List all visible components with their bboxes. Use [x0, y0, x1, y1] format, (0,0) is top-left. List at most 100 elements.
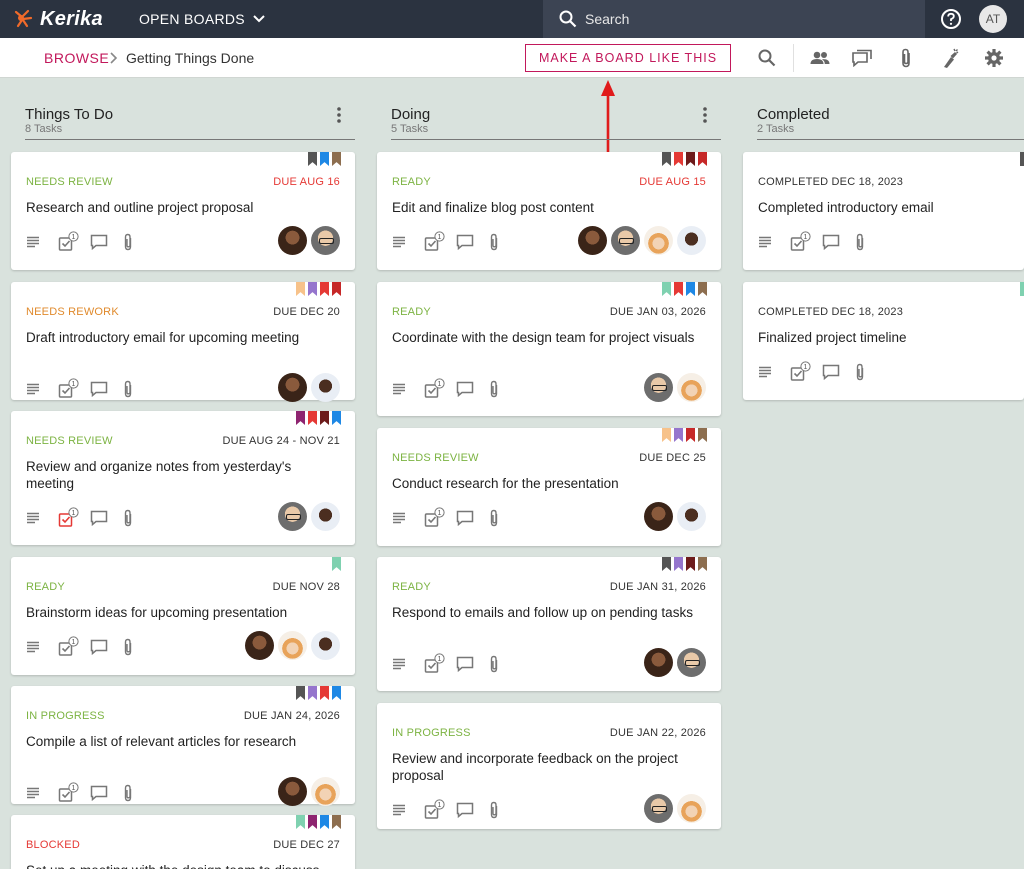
attachment-icon[interactable] [854, 232, 886, 252]
assignee-avatar[interactable] [644, 794, 673, 823]
assignee-avatar[interactable] [311, 226, 340, 255]
more-vertical-icon[interactable] [703, 107, 707, 123]
assignee-avatar[interactable] [278, 373, 307, 402]
task-card[interactable]: NEEDS REVIEW DUE AUG 24 - NOV 21 Review an… [11, 411, 355, 545]
task-card[interactable]: BLOCKED DUE DEC 27 Set up a meeting with t… [11, 815, 355, 869]
comment-icon[interactable] [456, 232, 488, 252]
assignee-avatar[interactable] [245, 631, 274, 660]
assignee-avatar[interactable] [677, 226, 706, 255]
attachment-icon[interactable] [122, 379, 154, 399]
description-icon[interactable] [26, 379, 58, 399]
assignee-avatar[interactable] [677, 373, 706, 402]
checklist-icon[interactable]: 1 [790, 231, 822, 252]
description-icon[interactable] [758, 232, 790, 252]
settings-button[interactable] [982, 46, 1006, 70]
comment-icon[interactable] [456, 508, 488, 528]
board-chat-button[interactable] [850, 46, 874, 70]
breadcrumb-browse-link[interactable]: BROWSE [44, 50, 109, 66]
checklist-icon[interactable]: 1 [424, 799, 456, 820]
help-icon[interactable] [940, 8, 962, 30]
attachments-button[interactable] [894, 46, 918, 70]
description-icon[interactable] [26, 783, 58, 803]
task-card[interactable]: COMPLETED DEC 18, 2023 Completed introduc… [743, 152, 1024, 270]
highlight-button[interactable] [938, 46, 962, 70]
checklist-icon[interactable]: 1 [424, 653, 456, 674]
description-icon[interactable] [392, 379, 424, 399]
description-icon[interactable] [26, 232, 58, 252]
comment-icon[interactable] [822, 362, 854, 382]
assignee-avatar[interactable] [311, 631, 340, 660]
assignee-avatar[interactable] [578, 226, 607, 255]
task-card[interactable]: COMPLETED DEC 18, 2023 Finalized project … [743, 282, 1024, 400]
checklist-icon[interactable]: 1 [790, 361, 822, 382]
task-card[interactable]: IN PROGRESS DUE JAN 24, 2026 Compile a lis… [11, 686, 355, 806]
description-icon[interactable] [392, 508, 424, 528]
attachment-icon[interactable] [488, 654, 520, 674]
description-icon[interactable] [392, 654, 424, 674]
task-card[interactable]: NEEDS REVIEW DUE AUG 16 Research and outli… [11, 152, 355, 270]
task-card[interactable]: IN PROGRESS DUE JAN 22, 2026 Review and in… [377, 703, 721, 829]
search-input[interactable] [585, 11, 885, 27]
comment-icon[interactable] [90, 508, 122, 528]
checklist-icon[interactable]: 1 [58, 378, 90, 399]
task-card[interactable]: READY DUE AUG 15 Edit and finalize blog po… [377, 152, 721, 270]
description-icon[interactable] [26, 637, 58, 657]
attachment-icon[interactable] [122, 232, 154, 252]
assignee-avatar[interactable] [677, 794, 706, 823]
description-icon[interactable] [392, 800, 424, 820]
description-icon[interactable] [758, 362, 790, 382]
comment-icon[interactable] [90, 379, 122, 399]
comment-icon[interactable] [456, 379, 488, 399]
checklist-icon[interactable]: 1 [58, 636, 90, 657]
comment-icon[interactable] [90, 232, 122, 252]
assignee-avatar[interactable] [611, 226, 640, 255]
board-search-button[interactable] [755, 46, 779, 70]
checklist-icon[interactable]: 1 [424, 378, 456, 399]
assignee-avatar[interactable] [644, 373, 673, 402]
user-avatar[interactable]: AT [979, 5, 1007, 33]
task-card[interactable]: READY DUE NOV 28 Brainstorm ideas for upco… [11, 557, 355, 675]
checklist-icon[interactable]: 1 [58, 231, 90, 252]
comment-icon[interactable] [456, 654, 488, 674]
more-vertical-icon[interactable] [337, 107, 341, 123]
search-box[interactable] [543, 0, 925, 38]
description-icon[interactable] [26, 508, 58, 528]
attachment-icon[interactable] [122, 508, 154, 528]
team-button[interactable] [808, 46, 832, 70]
assignee-avatar[interactable] [278, 502, 307, 531]
attachment-icon[interactable] [122, 637, 154, 657]
attachment-icon[interactable] [488, 508, 520, 528]
attachment-icon[interactable] [122, 783, 154, 803]
task-card[interactable]: READY DUE JAN 03, 2026 Coordinate with the… [377, 282, 721, 416]
task-card[interactable]: NEEDS REVIEW DUE DEC 25 Conduct research f… [377, 428, 721, 546]
assignee-avatar[interactable] [278, 631, 307, 660]
checklist-icon[interactable]: 1 [58, 782, 90, 803]
attachment-icon[interactable] [488, 800, 520, 820]
assignee-avatar[interactable] [278, 226, 307, 255]
attachment-icon[interactable] [854, 362, 886, 382]
make-board-like-this-button[interactable]: MAKE A BOARD LIKE THIS [525, 44, 731, 72]
assignee-avatar[interactable] [311, 373, 340, 402]
assignee-avatar[interactable] [311, 777, 340, 806]
comment-icon[interactable] [90, 637, 122, 657]
attachment-icon[interactable] [488, 379, 520, 399]
attachment-icon[interactable] [488, 232, 520, 252]
comment-icon[interactable] [456, 800, 488, 820]
task-card[interactable]: READY DUE JAN 31, 2026 Respond to emails a… [377, 557, 721, 691]
assignee-avatar[interactable] [311, 502, 340, 531]
open-boards-menu[interactable]: OPEN BOARDS [139, 11, 265, 27]
comment-icon[interactable] [822, 232, 854, 252]
task-card[interactable]: NEEDS REWORK DUE DEC 20 Draft introductory… [11, 282, 355, 402]
checklist-icon[interactable]: 1 [424, 507, 456, 528]
assignee-avatar[interactable] [644, 226, 673, 255]
assignee-avatar[interactable] [677, 648, 706, 677]
checklist-icon[interactable]: 1 [58, 507, 90, 528]
assignee-avatar[interactable] [677, 502, 706, 531]
comment-icon[interactable] [90, 783, 122, 803]
kerika-logo[interactable]: Kerika [14, 8, 103, 31]
assignee-avatar[interactable] [278, 777, 307, 806]
checklist-icon[interactable]: 1 [424, 231, 456, 252]
assignee-avatar[interactable] [644, 648, 673, 677]
assignee-avatar[interactable] [644, 502, 673, 531]
description-icon[interactable] [392, 232, 424, 252]
